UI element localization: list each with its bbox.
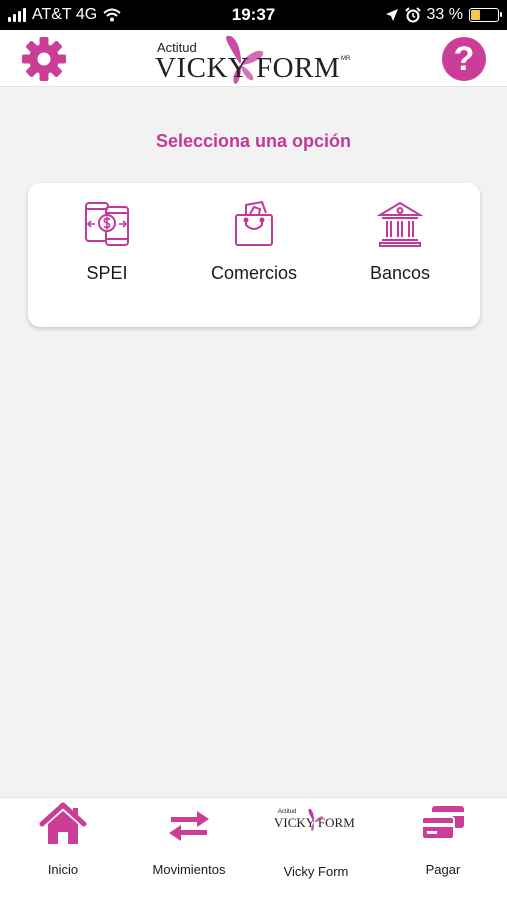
nav-label: Inicio (47, 862, 79, 877)
option-label: SPEI (86, 263, 128, 283)
nav-item-vicky-form[interactable]: Actitud VICKY FORM Vicky Form (253, 798, 379, 900)
option-bancos[interactable]: Bancos (335, 201, 465, 311)
help-button[interactable]: ? (442, 37, 486, 81)
battery-fill (471, 10, 480, 20)
bank-icon (377, 201, 423, 247)
option-spei[interactable]: SPEI (42, 201, 172, 311)
nav-label: Movimientos (152, 862, 226, 877)
logo-trademark: MR (341, 56, 351, 62)
page-title: Selecciona una opción (155, 131, 352, 151)
home-icon (39, 802, 87, 844)
butterfly-icon (308, 808, 323, 831)
question-icon: ? (453, 40, 475, 78)
status-right: 33 % (385, 6, 502, 24)
nav-item-movimientos[interactable]: Movimientos (126, 798, 252, 900)
option-comercios[interactable]: Comercios (189, 201, 319, 311)
app-header: Actitud VICKY FORM MR ? (0, 30, 507, 87)
battery-icon (469, 8, 502, 22)
options-card: SPEI Comercios Bancos (28, 183, 480, 327)
nav-label: Pagar (425, 862, 461, 877)
transfer-arrows-icon (169, 811, 209, 841)
shopping-bag-icon (235, 201, 273, 246)
logo-big-text: VICKY FORM (155, 52, 341, 84)
gear-icon[interactable] (21, 36, 67, 82)
phone-transfer-icon (85, 202, 129, 246)
credit-cards-icon (421, 806, 464, 840)
bottom-nav: Inicio Movimientos Actitud VICKY FORM Vi… (0, 797, 507, 900)
option-label: Comercios (210, 263, 298, 283)
status-bar: AT&T 4G 19:37 33 % (0, 0, 507, 30)
vicky-form-logo: Actitud VICKY FORM MR (155, 34, 355, 86)
location-icon (385, 9, 398, 21)
option-label: Bancos (369, 263, 431, 283)
alarm-icon (404, 7, 421, 23)
nav-item-inicio[interactable]: Inicio (0, 798, 126, 900)
battery-percent: 33 % (426, 6, 463, 23)
vicky-form-logo-icon: Actitud VICKY FORM (274, 806, 358, 836)
nav-label: Vicky Form (283, 864, 349, 879)
nav-item-pagar[interactable]: Pagar (380, 798, 506, 900)
